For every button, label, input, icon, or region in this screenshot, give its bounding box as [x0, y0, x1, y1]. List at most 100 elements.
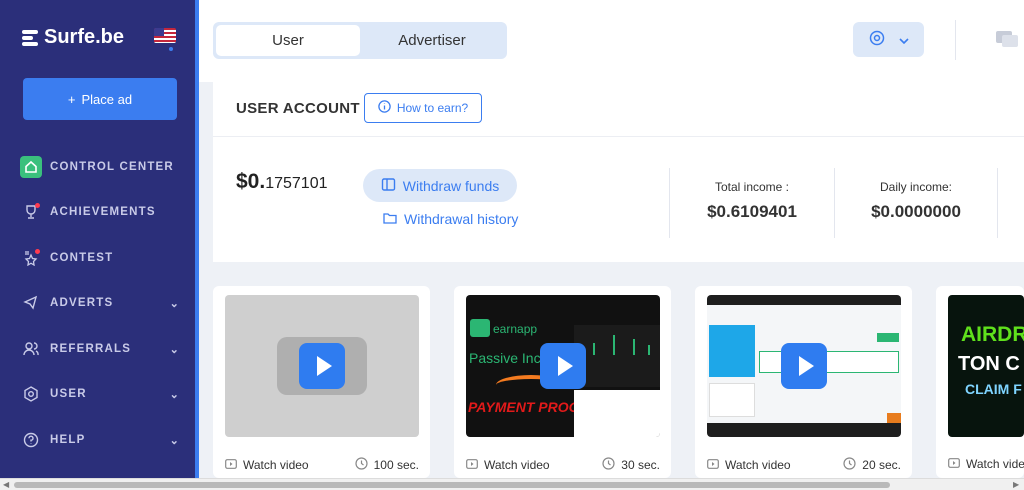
daily-income-label: Daily income:: [879, 180, 953, 194]
video-thumbnail[interactable]: [225, 295, 419, 437]
claim-text: CLAIM F: [965, 381, 1022, 397]
video-card-footer: Watch video 30 sec.: [466, 457, 660, 473]
chrome-icon: [869, 30, 885, 49]
daily-income-value: $0.0000000: [871, 202, 961, 221]
watch-video-label: Watch video: [243, 458, 309, 472]
daily-income-stat: Daily income: $0.0000000: [846, 180, 986, 222]
how-to-earn-button[interactable]: How to earn?: [364, 93, 482, 123]
sidebar-item-achievements[interactable]: ACHIEVEMENTS: [20, 200, 182, 224]
payment-proof-text: PAYMENT PROOF: [468, 399, 589, 415]
blue-panel: [709, 325, 755, 377]
scroll-left-icon[interactable]: ◀: [3, 480, 9, 489]
sidebar-item-help[interactable]: HELP ⌄: [20, 428, 182, 452]
passive-income-text: Passive Inc: [469, 350, 541, 366]
stat-divider: [669, 168, 670, 238]
question-icon: [20, 429, 42, 451]
place-ad-label: Place ad: [81, 91, 133, 107]
users-icon: [20, 338, 42, 360]
plus-icon: +: [67, 91, 76, 107]
top-header: User Advertiser: [199, 0, 1024, 82]
watch-video-label: Watch video: [966, 457, 1024, 471]
tab-user[interactable]: User: [216, 25, 360, 56]
chevron-down-icon: ⌄: [169, 434, 180, 447]
home-icon: [20, 156, 42, 178]
orange-corner: [887, 413, 901, 423]
video-card[interactable]: earnapp Passive Inc PAYMENT PROOF Watch …: [454, 286, 671, 478]
page-title: USER ACCOUNT: [236, 100, 360, 117]
horizontal-scrollbar[interactable]: ◀ ▶: [0, 478, 1024, 490]
video-icon: [225, 458, 237, 472]
sidebar-item-label: REFERRALS: [50, 343, 132, 355]
how-to-earn-label: How to earn?: [396, 101, 469, 115]
role-tabs: User Advertiser: [213, 22, 507, 59]
clock-icon: [355, 457, 368, 473]
menu-panel: [709, 383, 755, 417]
wallet-icon: [381, 177, 396, 195]
dashboard-screenshot: [574, 325, 660, 387]
notification-dot: [35, 203, 40, 208]
video-card[interactable]: Watch video 100 sec.: [213, 286, 430, 478]
total-income-stat: Total income : $0.6109401: [682, 180, 822, 222]
clock-icon: [843, 457, 856, 473]
chat-icon[interactable]: [995, 30, 1019, 55]
trophy-icon: [20, 201, 42, 223]
stat-divider: [997, 168, 998, 238]
sidebar-item-referrals[interactable]: REFERRALS ⌄: [20, 337, 182, 361]
earnapp-logo-icon: [470, 319, 490, 337]
brand-logo[interactable]: Surfe.be: [22, 26, 124, 49]
clock-icon: [602, 457, 615, 473]
sidebar-item-label: CONTEST: [50, 252, 114, 264]
green-button: [877, 333, 899, 342]
video-icon: [948, 457, 960, 471]
watch-video-label: Watch video: [484, 458, 550, 472]
input-box: [759, 351, 899, 373]
sidebar-item-label: HELP: [50, 434, 86, 446]
video-card-footer: Watch video: [948, 457, 1024, 471]
folder-icon: [383, 211, 397, 227]
balance-display: $0.1757101: [236, 170, 328, 194]
balance-fraction: 1757101: [265, 175, 328, 192]
scroll-right-icon[interactable]: ▶: [1013, 480, 1019, 489]
video-card[interactable]: Watch video 20 sec.: [695, 286, 912, 478]
sidebar-item-label: CONTROL CENTER: [50, 161, 174, 173]
total-income-value: $0.6109401: [707, 202, 797, 221]
withdraw-funds-label: Withdraw funds: [402, 177, 500, 194]
balance-main: $0.: [236, 170, 266, 193]
megaphone-icon: [20, 292, 42, 314]
play-button[interactable]: [781, 343, 827, 389]
sidebar-item-label: ADVERTS: [50, 297, 114, 309]
sidebar-item-label: USER: [50, 388, 87, 400]
chevron-down-icon: ⌄: [169, 388, 180, 401]
chevron-down-icon: ⌄: [169, 343, 180, 356]
airdrop-text: AIRDR: [961, 323, 1024, 346]
ton-text: TON C: [958, 353, 1020, 375]
tab-advertiser[interactable]: Advertiser: [360, 25, 504, 56]
sidebar-item-control-center[interactable]: CONTROL CENTER: [20, 155, 182, 179]
total-income-label: Total income :: [714, 180, 790, 194]
withdraw-funds-button[interactable]: Withdraw funds: [363, 169, 517, 202]
video-thumbnail[interactable]: earnapp Passive Inc PAYMENT PROOF: [466, 295, 660, 437]
play-button[interactable]: [299, 343, 345, 389]
scrollbar-thumb[interactable]: [14, 482, 890, 488]
gear-icon: [20, 383, 42, 405]
sidebar-item-adverts[interactable]: ADVERTS ⌄: [20, 291, 182, 315]
video-thumbnail[interactable]: AIRDR TON C CLAIM F: [948, 295, 1024, 437]
theme-dropdown-button[interactable]: [853, 22, 924, 57]
video-card-footer: Watch video 100 sec.: [225, 457, 419, 473]
sidebar-item-user[interactable]: USER ⌄: [20, 382, 182, 406]
watch-video-label: Watch video: [725, 458, 791, 472]
video-duration: 100 sec.: [373, 458, 419, 472]
stat-divider: [834, 168, 835, 238]
us-flag-icon[interactable]: [154, 28, 176, 43]
video-duration: 20 sec.: [862, 458, 901, 472]
brand-name: Surfe.be: [44, 26, 125, 48]
earnapp-text: earnapp: [493, 322, 538, 336]
video-thumbnail[interactable]: [707, 295, 901, 437]
notification-dot: [35, 249, 40, 254]
play-button[interactable]: [540, 343, 586, 389]
video-card-footer: Watch video 20 sec.: [707, 457, 901, 473]
place-ad-button[interactable]: + Place ad: [23, 78, 177, 120]
withdrawal-history-link[interactable]: Withdrawal history: [383, 211, 518, 227]
sidebar-item-contest[interactable]: CONTEST: [20, 246, 182, 270]
video-card[interactable]: AIRDR TON C CLAIM F Watch video: [936, 286, 1024, 478]
